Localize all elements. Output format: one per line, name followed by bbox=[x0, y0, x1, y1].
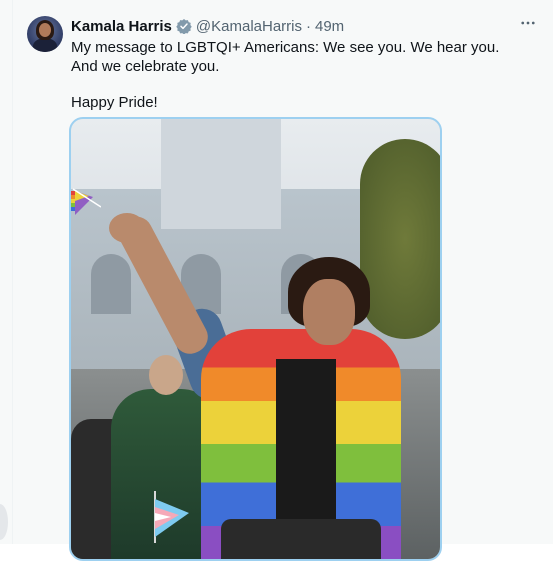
photo-tower bbox=[161, 119, 281, 229]
tweet-text-line2: Happy Pride! bbox=[71, 94, 158, 111]
handle[interactable]: @KamalaHarris bbox=[196, 18, 302, 35]
trans-flag-icon bbox=[154, 491, 189, 543]
tweet-header: Kamala Harris @KamalaHarris · 49m bbox=[71, 16, 344, 36]
timestamp[interactable]: 49m bbox=[315, 18, 344, 35]
avatar[interactable] bbox=[27, 16, 63, 52]
tweet-text: My message to LGBTQI+ Americans: We see … bbox=[71, 38, 521, 112]
verified-badge-icon[interactable] bbox=[176, 18, 192, 35]
tweet-text-line1: My message to LGBTQI+ Americans: We see … bbox=[71, 39, 500, 75]
avatar-face bbox=[39, 23, 51, 37]
photo-chair bbox=[221, 519, 381, 559]
photo-face bbox=[303, 279, 355, 345]
photo-person-head bbox=[149, 355, 183, 395]
photo-tree bbox=[360, 139, 440, 339]
timeline-left-edge bbox=[0, 0, 12, 544]
pride-flag-icon bbox=[71, 188, 101, 215]
more-horizontal-icon[interactable] bbox=[518, 14, 538, 34]
photo-hand bbox=[109, 213, 145, 243]
photo-arch bbox=[91, 254, 131, 314]
display-name[interactable]: Kamala Harris bbox=[71, 18, 172, 35]
tweet-card[interactable]: Kamala Harris @KamalaHarris · 49m My mes… bbox=[12, 0, 553, 561]
tweet-photo[interactable] bbox=[69, 117, 442, 561]
separator-dot: · bbox=[306, 17, 311, 35]
avatar-body bbox=[33, 38, 57, 52]
